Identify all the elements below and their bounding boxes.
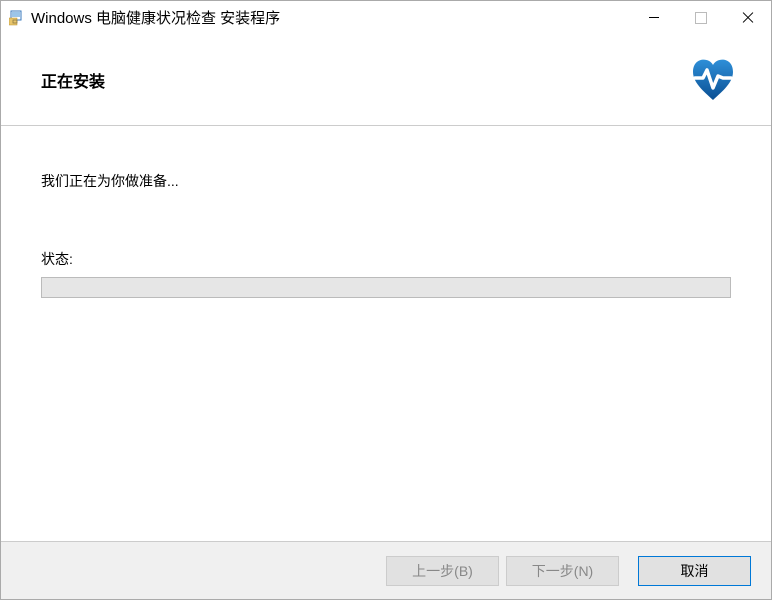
titlebar: Windows 电脑健康状况检查 安装程序 (1, 1, 771, 34)
page-title: 正在安装 (41, 68, 685, 92)
maximize-button (677, 1, 724, 34)
minimize-button[interactable] (630, 1, 677, 34)
preparing-text: 我们正在为你做准备... (41, 171, 731, 191)
close-button[interactable] (724, 1, 771, 34)
window-controls (630, 1, 771, 34)
health-heart-icon (685, 52, 741, 108)
footer: 上一步(B) 下一步(N) 取消 (1, 541, 771, 599)
installer-icon (9, 10, 25, 26)
status-label: 状态: (41, 249, 731, 269)
back-button: 上一步(B) (386, 556, 499, 586)
next-button: 下一步(N) (506, 556, 619, 586)
window-title: Windows 电脑健康状况检查 安装程序 (31, 7, 630, 28)
cancel-button[interactable]: 取消 (638, 556, 751, 586)
content-area: 我们正在为你做准备... 状态: (1, 126, 771, 298)
header: 正在安装 (1, 34, 771, 126)
progress-bar (41, 277, 731, 298)
